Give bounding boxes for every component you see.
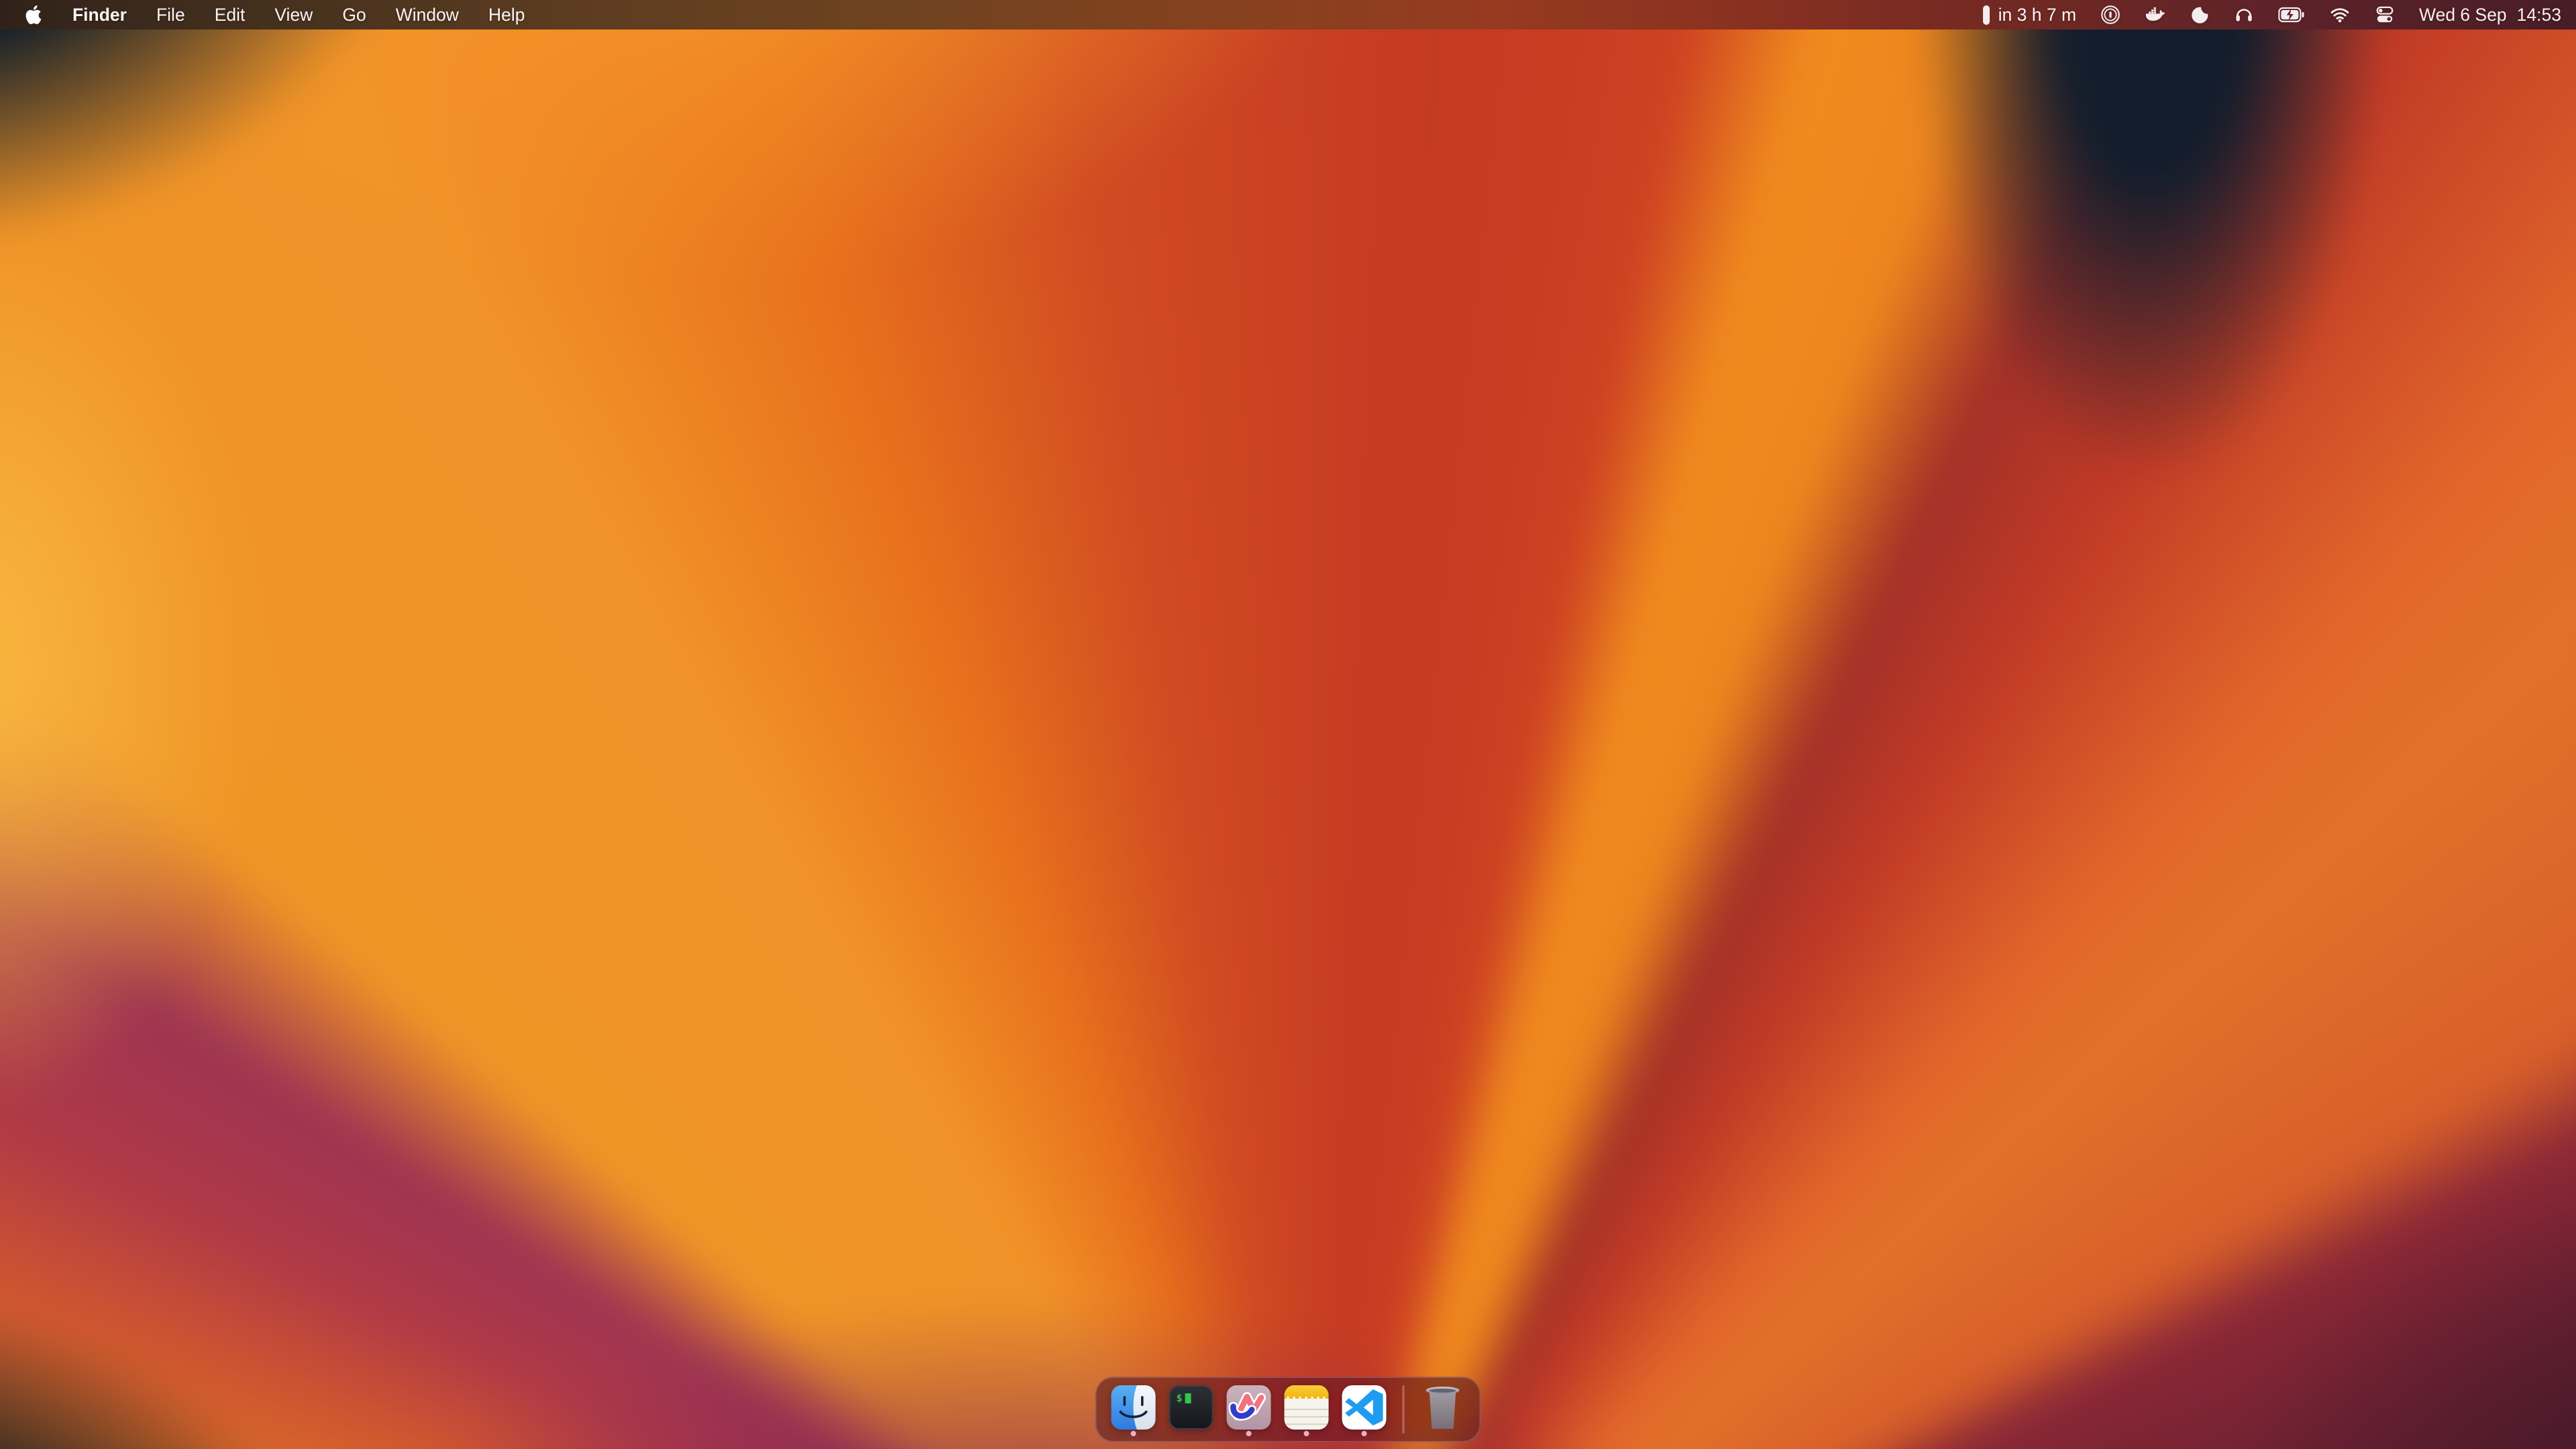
trash-icon xyxy=(1426,1387,1460,1430)
menu-window[interactable]: Window xyxy=(396,0,459,30)
wifi-icon[interactable] xyxy=(2329,0,2351,30)
dock-item-vscode[interactable] xyxy=(1342,1381,1387,1438)
menu-view[interactable]: View xyxy=(274,0,313,30)
session-timer-text: in 3 h 7 m xyxy=(1998,0,2076,30)
menu-clock[interactable]: Wed 6 Sep 14:53 xyxy=(2419,5,2561,25)
pill-icon xyxy=(1983,5,1990,25)
running-indicator xyxy=(1131,1431,1136,1436)
apple-menu[interactable] xyxy=(24,5,43,24)
menu-file[interactable]: File xyxy=(156,0,185,30)
menu-help[interactable]: Help xyxy=(488,0,525,30)
menu-edit[interactable]: Edit xyxy=(215,0,246,30)
finder-icon xyxy=(1112,1385,1156,1430)
running-indicator xyxy=(1246,1431,1252,1436)
headphones-icon[interactable] xyxy=(2234,0,2254,30)
dock-item-terminal[interactable]: $ xyxy=(1169,1381,1214,1438)
app-menu-finder[interactable]: Finder xyxy=(72,0,127,30)
vscode-icon xyxy=(1342,1385,1387,1430)
clock-date: Wed 6 Sep xyxy=(2419,5,2507,25)
running-indicator xyxy=(1304,1431,1309,1436)
dock-item-notes[interactable] xyxy=(1285,1381,1329,1438)
dock-item-finder[interactable] xyxy=(1112,1381,1156,1438)
wallpaper xyxy=(0,0,2576,1449)
letter-a-app-icon xyxy=(1227,1385,1271,1430)
notes-icon xyxy=(1285,1385,1329,1430)
menu-bar: Finder File Edit View Go Window Help in … xyxy=(0,0,2576,30)
battery-charging-icon[interactable] xyxy=(2278,0,2305,30)
control-center-icon[interactable] xyxy=(2375,0,2395,30)
running-indicator xyxy=(1362,1431,1367,1436)
onepassword-icon[interactable] xyxy=(2100,0,2121,30)
desktop: Finder File Edit View Go Window Help in … xyxy=(0,0,2576,1449)
menu-bar-status: in 3 h 7 m xyxy=(1983,0,2561,30)
dock: $ xyxy=(1095,1377,1481,1442)
menu-bar-left: Finder File Edit View Go Window Help xyxy=(24,0,525,30)
status-session-timer[interactable]: in 3 h 7 m xyxy=(1983,0,2076,30)
menu-go[interactable]: Go xyxy=(342,0,366,30)
dock-item-trash[interactable] xyxy=(1421,1381,1465,1438)
terminal-icon: $ xyxy=(1169,1385,1214,1430)
docker-icon[interactable] xyxy=(2145,0,2166,30)
focus-moon-icon[interactable] xyxy=(2190,0,2210,30)
clock-time: 14:53 xyxy=(2517,5,2561,25)
dock-separator xyxy=(1403,1385,1405,1434)
dock-item-a-app[interactable] xyxy=(1227,1381,1271,1438)
apple-icon xyxy=(24,5,43,24)
